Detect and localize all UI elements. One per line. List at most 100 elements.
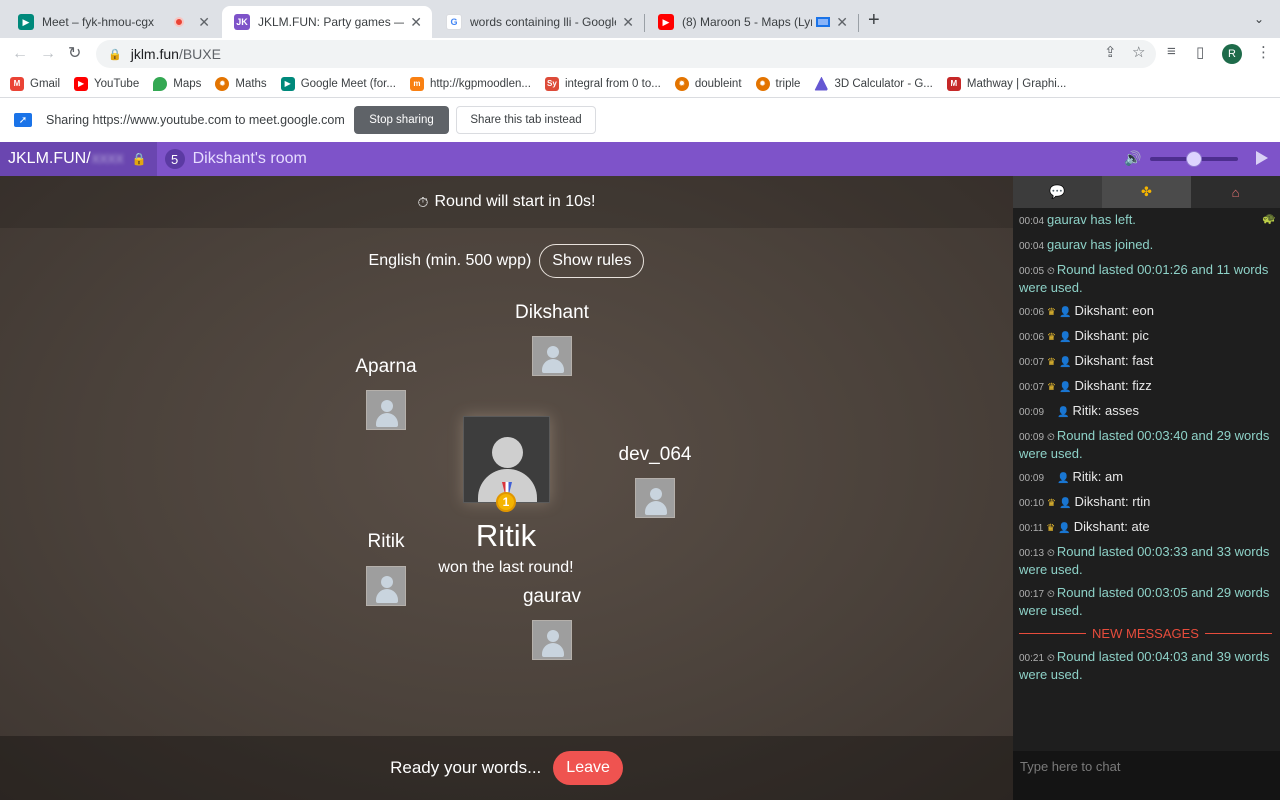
timer-icon: ⏲ (1047, 653, 1055, 664)
player-name: Aparna (355, 356, 417, 377)
side-panel-icon[interactable]: ▯ (1196, 43, 1204, 61)
leave-button[interactable]: Leave (553, 751, 623, 785)
tab-players[interactable]: ✤ (1102, 176, 1191, 208)
tab-meet[interactable]: ▶ Meet – fyk-hmou-cgx ✕ (6, 6, 220, 38)
player-avatar (366, 390, 406, 430)
speaker-icon[interactable]: 🔊 (1124, 150, 1141, 167)
message-time: 00:07 (1019, 382, 1045, 393)
bookmark-star-icon[interactable]: ☆ (1132, 43, 1145, 61)
show-rules-button[interactable]: Show rules (539, 244, 645, 278)
message-time: 00:07 (1019, 357, 1045, 368)
volume-slider[interactable] (1150, 151, 1238, 167)
forward-icon[interactable]: → (40, 44, 56, 64)
share-status-text: Sharing https://www.youtube.com to meet.… (46, 113, 345, 127)
bookmark-item[interactable]: ✹ Maths (215, 76, 267, 91)
share-this-tab-button[interactable]: Share this tab instead (456, 106, 596, 134)
message-time: 00:17 (1019, 589, 1045, 600)
bookmark-item[interactable]: M Mathway | Graphi... (946, 76, 1067, 91)
tab-jklm[interactable]: JK JKLM.FUN: Party games — PC ✕ (222, 6, 432, 38)
chat-message: 00:07 ♛ 👤 Dikshant: fast (1019, 353, 1272, 371)
message-text: gaurav has joined. (1047, 237, 1154, 252)
url-host: jklm.fun (130, 46, 179, 62)
youtube-icon: ▶ (74, 76, 89, 91)
stop-sharing-button[interactable]: Stop sharing (354, 106, 449, 134)
timer-icon: ⏲ (1047, 548, 1055, 559)
bookmark-label: doubleint (694, 77, 742, 90)
close-tab-icon[interactable]: ✕ (410, 14, 422, 31)
user-icon: 👤 (1059, 498, 1072, 509)
bookmark-item[interactable]: ✹ triple (755, 76, 800, 91)
user-icon: 👤 (1058, 523, 1071, 534)
bookmark-item[interactable]: 3D Calculator - G... (814, 76, 933, 91)
tab-title: Meet – fyk-hmou-cgx (42, 15, 155, 29)
chat-input[interactable]: Type here to chat (1013, 751, 1280, 800)
geogebra-icon (814, 76, 829, 91)
message-text: Dikshant: rtin (1074, 494, 1151, 509)
chat-log: 00:04 gaurav has left. 00:04 gaurav has jo… (1013, 208, 1280, 751)
message-text: Ritik: asses (1072, 403, 1139, 418)
bookmark-item[interactable]: Maps (153, 76, 201, 91)
profile-avatar[interactable]: R (1222, 44, 1242, 64)
play-icon[interactable] (1256, 151, 1268, 165)
back-icon[interactable]: ← (12, 44, 28, 64)
sidebar-tabs: 💬 ✤ ⌂ (1013, 176, 1280, 208)
bookmark-label: Maths (235, 77, 267, 90)
mathway-icon: M (946, 76, 961, 91)
room-name: Dikshant's room (192, 150, 307, 167)
players-icon: ✤ (1141, 184, 1152, 199)
tab-room[interactable]: ⌂ (1191, 176, 1280, 208)
user-icon: 👤 (1059, 332, 1072, 343)
url-path: /BUXE (178, 46, 221, 62)
close-tab-icon[interactable]: ✕ (836, 14, 848, 31)
message-time: 00:13 (1019, 548, 1045, 559)
menu-icon[interactable]: ⋮ (1256, 43, 1271, 61)
close-tab-icon[interactable]: ✕ (622, 14, 634, 31)
bookmark-item[interactable]: Sy integral from 0 to... (544, 76, 661, 91)
chat-message: 00:07 ♛ 👤 Dikshant: fizz (1019, 378, 1272, 396)
share-icon[interactable]: ⇪ (1104, 43, 1117, 61)
tab-google-search[interactable]: G words containing lli - Google S ✕ (434, 6, 644, 38)
symbolab-icon: Sy (544, 76, 559, 91)
tab-divider (858, 14, 859, 32)
new-tab-button[interactable]: + (868, 10, 880, 30)
moodle-icon: m (409, 76, 424, 91)
message-time: 00:09 (1019, 473, 1045, 484)
room-code-hidden: xxxx (91, 150, 124, 167)
bookmark-item[interactable]: M Gmail (10, 76, 60, 91)
maps-icon (153, 76, 168, 91)
player-avatar (635, 478, 675, 518)
user-icon: 👤 (1057, 407, 1070, 418)
bookmark-item[interactable]: ▶ YouTube (74, 76, 139, 91)
tab-divider (644, 14, 645, 32)
lock-icon: 🔒 (131, 152, 147, 166)
message-text: Round lasted 00:03:33 and 33 words were … (1019, 544, 1270, 577)
url-text: jklm.fun/BUXE (131, 46, 221, 62)
message-text: Round lasted 00:04:03 and 39 words were … (1019, 649, 1270, 682)
message-time: 00:21 (1019, 653, 1045, 664)
sidebar: 💬 ✤ ⌂ 🐢 00:04 gaurav has left. 00:04 gaura… (1013, 176, 1280, 800)
new-messages-divider: NEW MESSAGES (1019, 626, 1273, 641)
tab-chat[interactable]: 💬 (1013, 176, 1102, 208)
close-tab-icon[interactable]: ✕ (198, 14, 210, 31)
message-time: 00:05 (1019, 266, 1045, 277)
bookmark-item[interactable]: ✹ doubleint (674, 76, 742, 91)
bookmark-item[interactable]: ▶ Google Meet (for... (280, 76, 396, 91)
screen-share-icon: ➚ (14, 113, 32, 127)
bookmark-item[interactable]: m http://kgpmoodlen... (409, 76, 531, 91)
bookmark-label: Mathway | Graphi... (966, 77, 1067, 90)
user-icon: 👤 (1059, 382, 1072, 393)
tab-youtube[interactable]: ▶ (8) Maroon 5 - Maps (Lyric ✕ (646, 6, 858, 38)
volume-knob[interactable] (1186, 151, 1202, 167)
message-time: 00:10 (1019, 498, 1045, 509)
lock-icon: 🔒 (108, 48, 122, 61)
crown-icon: ♛ (1047, 357, 1056, 368)
ready-text: Ready your words... (390, 758, 542, 777)
address-bar[interactable]: 🔒 jklm.fun/BUXE (96, 40, 1156, 68)
tab-search-icon[interactable]: ⌄ (1254, 12, 1264, 26)
reload-icon[interactable]: ↻ (68, 44, 81, 64)
media-control-icon[interactable]: ≡ (1167, 43, 1176, 60)
message-time: 00:06 (1019, 332, 1045, 343)
room-code[interactable]: JKLM.FUN/ xxxx 🔒 (0, 142, 157, 176)
google-icon: G (446, 14, 462, 30)
gear-icon: ✹ (674, 76, 689, 91)
